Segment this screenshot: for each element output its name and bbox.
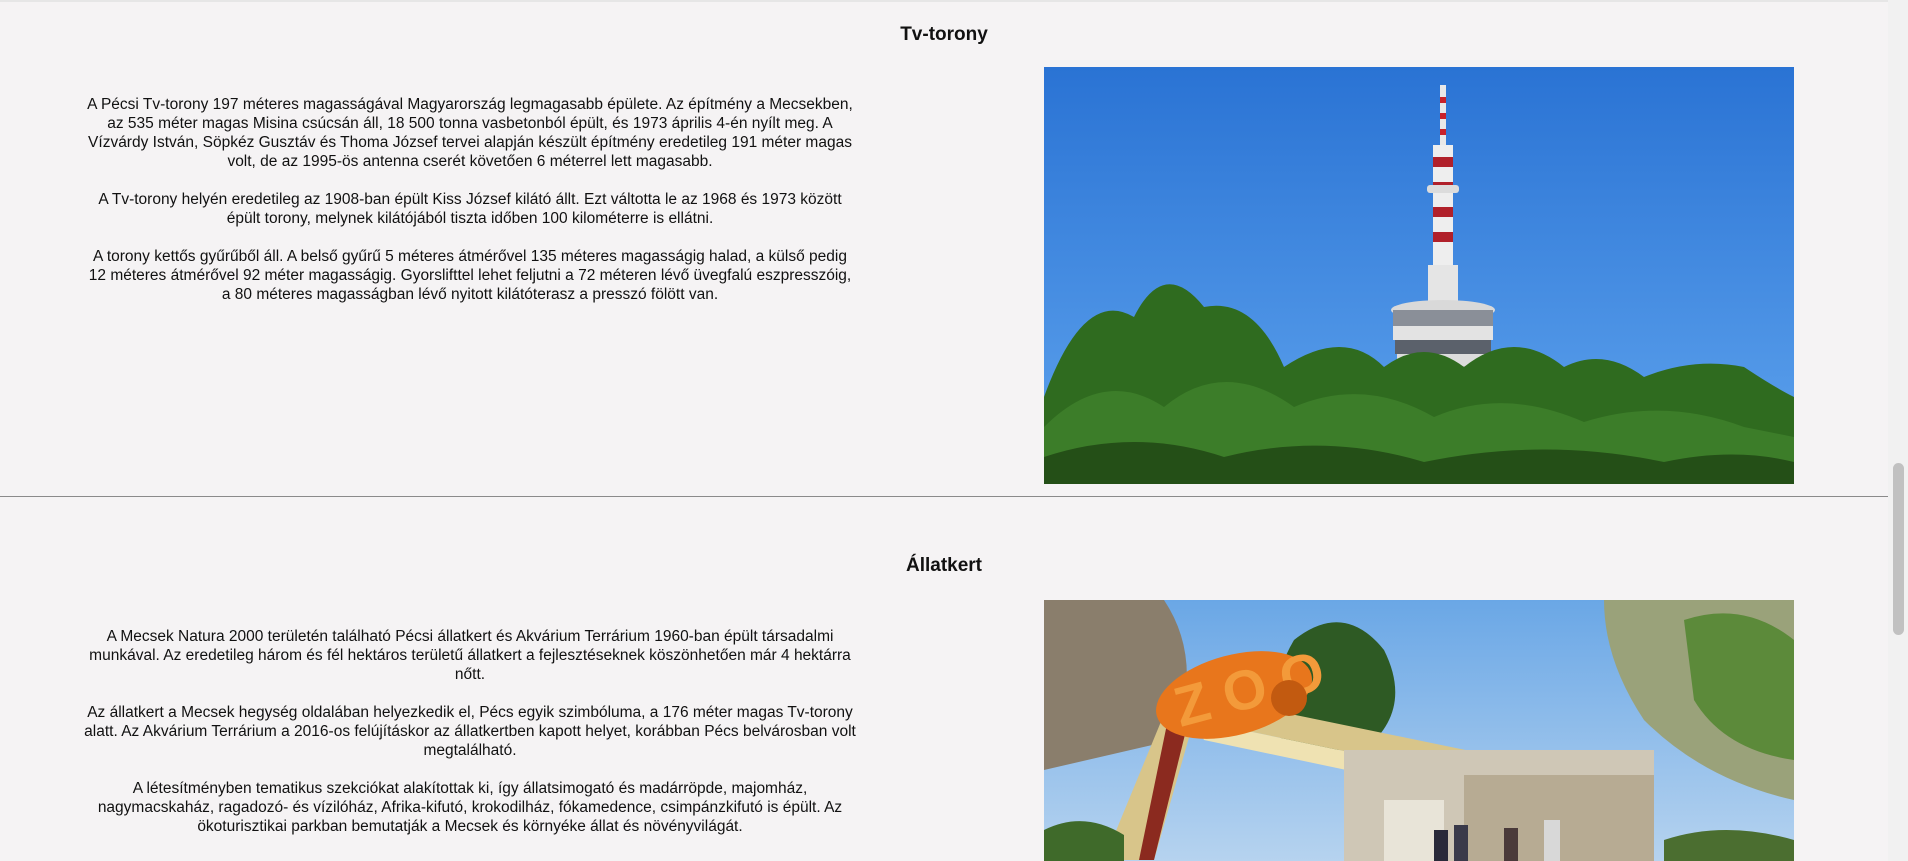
paragraph: A Tv-torony helyén eredetileg az 1908-ba… [98,191,842,227]
zoo-entrance-photo: Z O O [1044,600,1794,861]
scrollbar-thumb[interactable] [1893,463,1904,635]
section-title: Állatkert [905,555,983,576]
section-text: A Mecsek Natura 2000 területén található… [84,627,856,855]
zoo-entrance-illustration: Z O O [1044,600,1794,861]
section-text: A Pécsi Tv-torony 197 méteres magasságáv… [84,95,856,323]
section-tv-torony: Tv-torony A Pécsi Tv-torony 197 méteres … [0,0,1888,496]
section-allatkert: Állatkert A Mecsek Natura 2000 területén… [0,497,1888,861]
tv-tower-illustration [1044,67,1794,484]
page-scrollbar[interactable] [1888,0,1908,861]
tv-tower-photo [1044,67,1794,484]
section-title: Tv-torony [900,24,988,45]
paragraph: Az állatkert a Mecsek hegység oldalában … [84,704,856,759]
paragraph: A Mecsek Natura 2000 területén található… [89,628,851,683]
paragraph: A torony kettős gyűrűből áll. A belső gy… [88,248,852,303]
paragraph: A létesítményben tematikus szekciókat al… [97,780,843,835]
paragraph: A Pécsi Tv-torony 197 méteres magasságáv… [87,96,853,170]
